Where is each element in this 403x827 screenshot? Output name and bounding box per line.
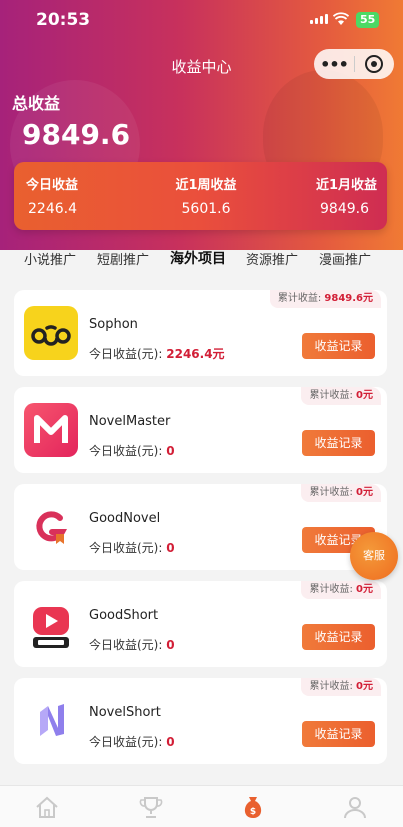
customer-service-button[interactable]: 客服 <box>350 532 398 580</box>
project-name: GoodNovel <box>89 511 161 526</box>
home-icon[interactable] <box>34 794 60 820</box>
cumulative-label: 累计收益: <box>309 681 353 692</box>
summary-label: 今日收益 <box>26 178 79 193</box>
category-tabs: 小说推广 短剧推广 海外项目 资源推广 漫画推广 <box>0 246 403 270</box>
today-earnings: 今日收益(元): 2246.4元 <box>89 345 225 362</box>
project-name: GoodShort <box>89 608 159 623</box>
status-time: 20:53 <box>36 10 91 30</box>
novelshort-logo-icon <box>24 694 78 748</box>
battery-icon: 55 <box>356 12 380 28</box>
novelmaster-logo-icon <box>24 403 78 457</box>
cumulative-earnings-badge: 累计收益: 9849.6元 <box>269 290 381 308</box>
today-earnings-value: 0 <box>166 541 175 555</box>
cumulative-value: 0元 <box>356 390 373 401</box>
cumulative-earnings-badge: 累计收益: 0元 <box>301 581 381 599</box>
summary-value: 5601.6 <box>181 201 231 217</box>
summary-value: 2246.4 <box>28 201 77 217</box>
cumulative-label: 累计收益: <box>277 293 322 304</box>
today-earnings: 今日收益(元): 0 <box>89 539 175 556</box>
capsule-divider <box>354 56 355 72</box>
earnings-record-button[interactable]: 收益记录 <box>302 333 375 359</box>
earnings-summary-card: 今日收益 2246.4 近1周收益 5601.6 近1月收益 9849.6 <box>14 162 387 230</box>
target-icon[interactable] <box>365 55 383 73</box>
project-card-novelmaster: 累计收益: 0元 NovelMaster 今日收益(元): 0 收益记录 <box>14 387 387 473</box>
cumulative-label: 累计收益: <box>309 390 353 401</box>
summary-value: 9849.6 <box>320 201 369 217</box>
tab-novel-promo[interactable]: 小说推广 <box>24 249 76 268</box>
summary-label: 近1月收益 <box>315 178 377 193</box>
today-earnings-label: 今日收益(元): <box>89 638 163 652</box>
cumulative-earnings-badge: 累计收益: 0元 <box>301 484 381 502</box>
earnings-record-button[interactable]: 收益记录 <box>302 721 375 747</box>
status-bar: 20:53 55 <box>0 0 403 40</box>
project-card-goodnovel: 累计收益: 0元 GoodNovel 今日收益(元): 0 收益记录 <box>14 484 387 570</box>
today-earnings-value: 2246.4元 <box>166 347 225 361</box>
svg-text:$: $ <box>250 807 256 817</box>
cumulative-earnings-badge: 累计收益: 0元 <box>301 387 381 405</box>
earnings-record-button[interactable]: 收益记录 <box>302 624 375 650</box>
tab-resource-promo[interactable]: 资源推广 <box>246 249 298 268</box>
today-earnings-value: 0 <box>166 444 175 458</box>
today-earnings-value: 0 <box>166 638 175 652</box>
mini-program-capsule: ••• <box>314 49 394 79</box>
project-name: Sophon <box>89 317 138 332</box>
earnings-record-button[interactable]: 收益记录 <box>302 430 375 456</box>
sophon-logo-icon <box>24 306 78 360</box>
goodshort-logo-icon <box>24 597 78 651</box>
summary-label: 近1周收益 <box>175 178 237 193</box>
summary-week: 近1周收益 5601.6 <box>166 174 246 217</box>
cumulative-label: 累计收益: <box>309 487 353 498</box>
signal-icon <box>310 14 328 24</box>
cumulative-value: 0元 <box>356 681 373 692</box>
project-card-sophon: 累计收益: 9849.6元 Sophon 今日收益(元): 2246.4元 收益… <box>14 290 387 376</box>
bottom-tab-bar: $ <box>0 785 403 827</box>
cumulative-value: 0元 <box>356 487 373 498</box>
wifi-icon <box>333 12 349 25</box>
total-earnings-label: 总收益 <box>12 94 61 113</box>
tab-short-drama-promo[interactable]: 短剧推广 <box>97 249 149 268</box>
today-earnings-label: 今日收益(元): <box>89 347 163 361</box>
tab-comic-promo[interactable]: 漫画推广 <box>319 249 371 268</box>
project-card-goodshort: 累计收益: 0元 GoodShort 今日收益(元): 0 收益记录 <box>14 581 387 667</box>
summary-month: 近1月收益 9849.6 <box>316 174 377 217</box>
project-name: NovelMaster <box>89 414 171 429</box>
cumulative-value: 9849.6元 <box>324 293 373 304</box>
user-icon[interactable] <box>342 794 368 820</box>
summary-today: 今日收益 2246.4 <box>26 174 78 217</box>
today-earnings: 今日收益(元): 0 <box>89 636 175 653</box>
today-earnings-label: 今日收益(元): <box>89 541 163 555</box>
today-earnings-value: 0 <box>166 735 175 749</box>
today-earnings: 今日收益(元): 0 <box>89 442 175 459</box>
project-card-novelshort: 累计收益: 0元 NovelShort 今日收益(元): 0 收益记录 <box>14 678 387 764</box>
money-bag-icon[interactable]: $ <box>240 794 266 820</box>
today-earnings: 今日收益(元): 0 <box>89 733 175 750</box>
trophy-icon[interactable] <box>138 794 164 820</box>
cumulative-label: 累计收益: <box>309 584 353 595</box>
today-earnings-label: 今日收益(元): <box>89 735 163 749</box>
today-earnings-label: 今日收益(元): <box>89 444 163 458</box>
total-earnings-value: 9849.6 <box>22 118 131 151</box>
tab-overseas-projects[interactable]: 海外项目 <box>170 248 226 268</box>
cumulative-earnings-badge: 累计收益: 0元 <box>301 678 381 696</box>
cumulative-value: 0元 <box>356 584 373 595</box>
project-name: NovelShort <box>89 705 161 720</box>
more-dots-icon[interactable]: ••• <box>314 55 354 74</box>
goodnovel-logo-icon <box>24 500 78 554</box>
